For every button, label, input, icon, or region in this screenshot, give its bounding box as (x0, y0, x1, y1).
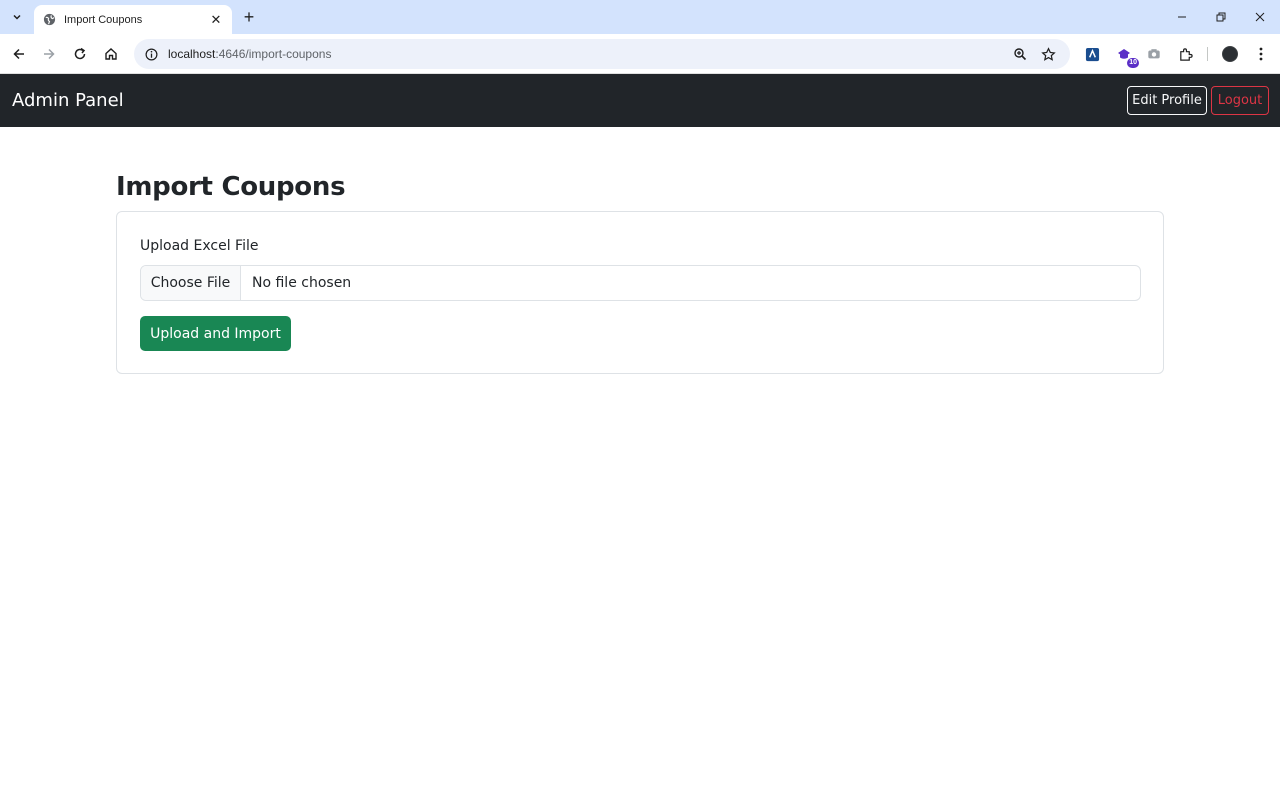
globe-icon (42, 13, 56, 27)
app-navbar: Admin Panel Edit Profile Logout (0, 74, 1280, 127)
page-title: Import Coupons (116, 172, 346, 202)
back-arrow-icon[interactable] (8, 43, 30, 65)
url-text: localhost:4646/import-coupons (168, 47, 332, 61)
site-info-icon[interactable] (144, 47, 158, 61)
extension-badge-icon[interactable]: 10 (1114, 44, 1139, 68)
tab-search-button[interactable] (6, 6, 28, 28)
new-tab-plus-icon[interactable]: + (240, 7, 258, 27)
address-bar[interactable]: localhost:4646/import-coupons (134, 39, 1070, 69)
upload-file-label: Upload Excel File (140, 238, 259, 254)
upload-and-import-button[interactable]: Upload and Import (140, 316, 291, 351)
minimize-icon[interactable] (1172, 7, 1192, 27)
import-form-card: Upload Excel File Choose File No file ch… (116, 211, 1164, 374)
tab-title: Import Coupons (64, 13, 143, 26)
file-input[interactable]: Choose File No file chosen (140, 265, 1141, 301)
reload-icon[interactable] (69, 43, 91, 65)
toolbar-divider (1207, 47, 1208, 61)
browser-tabstrip: Import Coupons ✕ + (0, 0, 1280, 34)
extension-icon[interactable] (1082, 44, 1102, 64)
close-icon[interactable]: ✕ (208, 12, 224, 28)
navbar-brand[interactable]: Admin Panel (12, 90, 124, 111)
forward-arrow-icon[interactable] (38, 43, 60, 65)
chevron-down-icon (13, 14, 21, 20)
choose-file-button[interactable]: Choose File (141, 266, 241, 300)
window-close-icon[interactable] (1250, 7, 1270, 27)
edit-profile-button[interactable]: Edit Profile (1127, 86, 1207, 115)
home-icon[interactable] (100, 43, 122, 65)
browser-tab[interactable]: Import Coupons ✕ (34, 5, 232, 34)
extension-badge: 10 (1127, 58, 1139, 68)
file-status-text: No file chosen (252, 275, 352, 291)
zoom-icon[interactable] (1010, 44, 1030, 64)
profile-avatar-icon[interactable] (1220, 44, 1240, 64)
bookmark-star-icon[interactable] (1038, 44, 1058, 64)
restore-icon[interactable] (1211, 7, 1231, 27)
extensions-puzzle-icon[interactable] (1175, 44, 1195, 64)
camera-icon[interactable] (1144, 44, 1164, 64)
browser-toolbar: localhost:4646/import-coupons 10 (0, 34, 1280, 74)
logout-button[interactable]: Logout (1211, 86, 1269, 115)
more-menu-icon[interactable] (1251, 44, 1271, 64)
